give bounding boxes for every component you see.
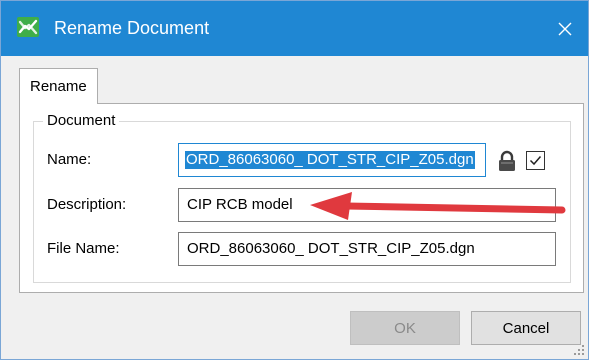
name-input[interactable]: ORD_86063060_ DOT_STR_CIP_Z05.dgn <box>178 143 486 177</box>
tab-rename-label: Rename <box>30 78 87 95</box>
document-group-legend: Document <box>43 111 120 131</box>
title-bar[interactable]: Rename Document <box>1 1 588 56</box>
close-button[interactable] <box>542 1 588 56</box>
app-logo-icon <box>17 17 39 37</box>
ok-button[interactable]: OK <box>350 311 460 345</box>
name-label: Name: <box>47 151 92 168</box>
cancel-button[interactable]: Cancel <box>471 311 581 345</box>
close-icon <box>558 22 572 35</box>
tab-rename[interactable]: Rename <box>19 68 98 104</box>
window-title: Rename Document <box>54 18 210 38</box>
name-input-value: ORD_86063060_ DOT_STR_CIP_Z05.dgn <box>185 151 475 169</box>
checkmark-icon <box>529 156 542 166</box>
lock-icon[interactable] <box>497 150 517 172</box>
rename-document-dialog: Rename Document Rename Document Name: OR… <box>0 0 589 360</box>
file-name-label: File Name: <box>47 240 120 257</box>
description-label: Description: <box>47 196 127 213</box>
lock-checkbox[interactable] <box>526 151 545 170</box>
file-name-input[interactable]: ORD_86063060_ DOT_STR_CIP_Z05.dgn <box>178 232 556 266</box>
annotation-arrow-icon <box>310 192 566 220</box>
resize-grip-icon[interactable] <box>573 344 585 356</box>
file-name-input-value: ORD_86063060_ DOT_STR_CIP_Z05.dgn <box>187 240 475 257</box>
description-input-value: CIP RCB model <box>187 196 293 213</box>
